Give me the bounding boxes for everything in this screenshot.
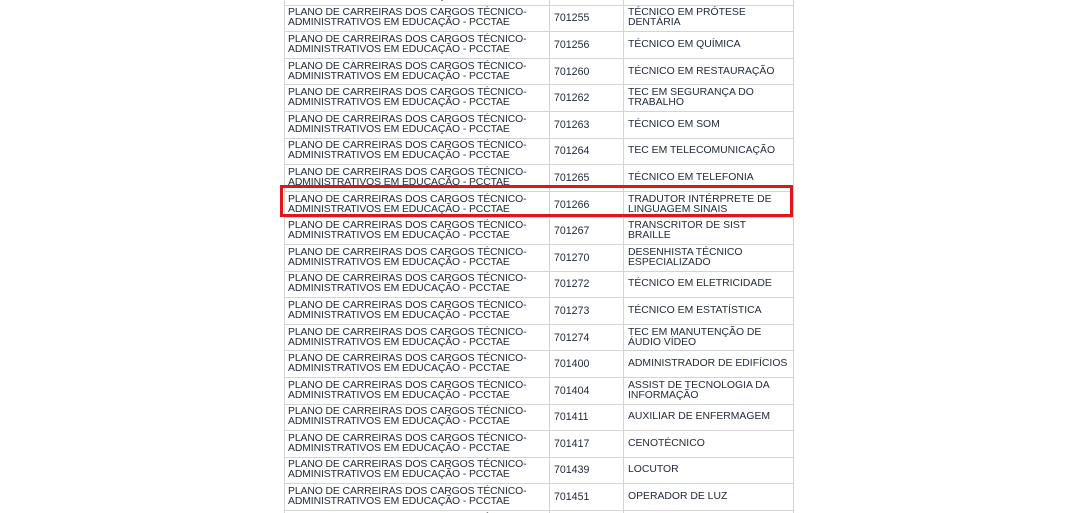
plano-cell: PLANO DE CARREIRAS DOS CARGOS TÉCNICO-AD… [284, 84, 550, 112]
cargo-cell: TEC EM MANUTENÇÃO DE ÁUDIO VÍDEO [623, 323, 794, 352]
table-row: PLANO DE CARREIRAS DOS CARGOS TÉCNICO-AD… [284, 483, 794, 511]
code-cell: 701272 [549, 270, 624, 299]
table-row: PLANO DE CARREIRAS DOS CARGOS TÉCNICO-AD… [284, 4, 794, 33]
plano-cell: PLANO DE CARREIRAS DOS CARGOS TÉCNICO-AD… [284, 217, 550, 245]
plano-cell: PLANO DE CARREIRAS DOS CARGOS TÉCNICO-AD… [284, 297, 550, 325]
table-row: PLANO DE CARREIRAS DOS CARGOS TÉCNICO-AD… [284, 403, 794, 432]
table-row: PLANO DE CARREIRAS DOS CARGOS TÉCNICO-AD… [284, 297, 794, 325]
code-cell: 701270 [549, 243, 624, 272]
cargos-table-container: PLANO DE CARREIRAS DOS CARGOS TÉCNICO-AD… [284, 0, 794, 513]
cargo-cell: TÉCNICO EM QUÍMICA [623, 31, 794, 59]
table-row: PLANO DE CARREIRAS DOS CARGOS TÉCNICO-AD… [284, 110, 794, 139]
plano-cell: PLANO DE CARREIRAS DOS CARGOS TÉCNICO-AD… [284, 376, 550, 405]
cargo-cell: TÉCNICO EM TELEFONIA [623, 164, 794, 192]
plano-cell: PLANO DE CARREIRAS DOS CARGOS TÉCNICO-AD… [284, 323, 550, 352]
cargo-cell: TEC EM SEGURANÇA DO TRABALHO [623, 84, 794, 112]
plano-cell: PLANO DE CARREIRAS DOS CARGOS TÉCNICO-AD… [284, 57, 550, 86]
cargo-cell: LOCUTOR [623, 456, 794, 485]
code-cell: 701264 [549, 137, 624, 166]
plano-cell: PLANO DE CARREIRAS DOS CARGOS TÉCNICO-AD… [284, 110, 550, 139]
plano-cell: PLANO DE CARREIRAS DOS CARGOS TÉCNICO-AD… [284, 31, 550, 59]
cargo-cell: CENOTÉCNICO [623, 430, 794, 458]
code-cell: 701267 [549, 217, 624, 245]
plano-cell: PLANO DE CARREIRAS DOS CARGOS TÉCNICO-AD… [284, 190, 550, 219]
code-cell: 701411 [549, 403, 624, 432]
cargo-cell: DESENHISTA TÉCNICO ESPECIALIZADO [623, 243, 794, 272]
table-row: PLANO DE CARREIRAS DOS CARGOS TÉCNICO-AD… [284, 456, 794, 485]
code-cell: 701400 [549, 350, 624, 378]
cargos-table: PLANO DE CARREIRAS DOS CARGOS TÉCNICO-AD… [284, 0, 794, 513]
table-row: PLANO DE CARREIRAS DOS CARGOS TÉCNICO-AD… [284, 84, 794, 112]
plano-cell: PLANO DE CARREIRAS DOS CARGOS TÉCNICO-AD… [284, 270, 550, 299]
cargo-cell: TÉCNICO EM SOM [623, 110, 794, 139]
cargo-cell: AUXILIAR DE ENFERMAGEM [623, 403, 794, 432]
table-row: PLANO DE CARREIRAS DOS CARGOS TÉCNICO-AD… [284, 243, 794, 272]
plano-cell: PLANO DE CARREIRAS DOS CARGOS TÉCNICO-AD… [284, 137, 550, 166]
table-row: PLANO DE CARREIRAS DOS CARGOS TÉCNICO-AD… [284, 137, 794, 166]
cargos-table-body: PLANO DE CARREIRAS DOS CARGOS TÉCNICO-AD… [284, 0, 794, 513]
cargo-cell: TRANSCRITOR DE SIST BRAILLE [623, 217, 794, 245]
code-cell: 701255 [549, 4, 624, 33]
cargo-cell: ADMINISTRADOR DE EDIFÍCIOS [623, 350, 794, 378]
code-cell: 701262 [549, 84, 624, 112]
code-cell: 701439 [549, 456, 624, 485]
table-row: PLANO DE CARREIRAS DOS CARGOS TÉCNICO-AD… [284, 350, 794, 378]
table-row: PLANO DE CARREIRAS DOS CARGOS TÉCNICO-AD… [284, 430, 794, 458]
code-cell: 701266 [549, 190, 624, 219]
plano-cell: PLANO DE CARREIRAS DOS CARGOS TÉCNICO-AD… [284, 403, 550, 432]
table-row: PLANO DE CARREIRAS DOS CARGOS TÉCNICO-AD… [284, 164, 794, 192]
plano-cell: PLANO DE CARREIRAS DOS CARGOS TÉCNICO-AD… [284, 4, 550, 33]
code-cell: 701417 [549, 430, 624, 458]
plano-cell: PLANO DE CARREIRAS DOS CARGOS TÉCNICO-AD… [284, 483, 550, 511]
code-cell: 701273 [549, 297, 624, 325]
table-row: PLANO DE CARREIRAS DOS CARGOS TÉCNICO-AD… [284, 323, 794, 352]
cargo-cell: TEC EM TELECOMUNICAÇÃO [623, 137, 794, 166]
plano-cell: PLANO DE CARREIRAS DOS CARGOS TÉCNICO-AD… [284, 164, 550, 192]
cargo-cell: TÉCNICO EM RESTAURAÇÃO [623, 57, 794, 86]
table-row: PLANO DE CARREIRAS DOS CARGOS TÉCNICO-AD… [284, 217, 794, 245]
plano-cell: PLANO DE CARREIRAS DOS CARGOS TÉCNICO-AD… [284, 430, 550, 458]
plano-cell: PLANO DE CARREIRAS DOS CARGOS TÉCNICO-AD… [284, 350, 550, 378]
table-row: PLANO DE CARREIRAS DOS CARGOS TÉCNICO-AD… [284, 376, 794, 405]
cargo-cell: TÉCNICO EM ESTATÍSTICA [623, 297, 794, 325]
table-row: PLANO DE CARREIRAS DOS CARGOS TÉCNICO-AD… [284, 270, 794, 299]
code-cell: 701404 [549, 376, 624, 405]
code-cell: 701274 [549, 323, 624, 352]
cargo-cell: TÉCNICO EM PRÓTESE DENTÁRIA [623, 4, 794, 33]
plano-cell: PLANO DE CARREIRAS DOS CARGOS TÉCNICO-AD… [284, 456, 550, 485]
table-row: PLANO DE CARREIRAS DOS CARGOS TÉCNICO-AD… [284, 31, 794, 59]
cargo-cell: OPERADOR DE LUZ [623, 483, 794, 511]
code-cell: 701263 [549, 110, 624, 139]
code-cell: 701265 [549, 164, 624, 192]
code-cell: 701260 [549, 57, 624, 86]
code-cell: 701256 [549, 31, 624, 59]
cargo-cell: TÉCNICO EM ELETRICIDADE [623, 270, 794, 299]
code-cell: 701451 [549, 483, 624, 511]
table-row-highlighted: PLANO DE CARREIRAS DOS CARGOS TÉCNICO-AD… [284, 190, 794, 219]
cargo-cell: ASSIST DE TECNOLOGIA DA INFORMAÇÃO [623, 376, 794, 405]
table-row: PLANO DE CARREIRAS DOS CARGOS TÉCNICO-AD… [284, 57, 794, 86]
plano-cell: PLANO DE CARREIRAS DOS CARGOS TÉCNICO-AD… [284, 243, 550, 272]
cargo-cell: TRADUTOR INTÉRPRETE DE LINGUAGEM SINAIS [623, 190, 794, 219]
